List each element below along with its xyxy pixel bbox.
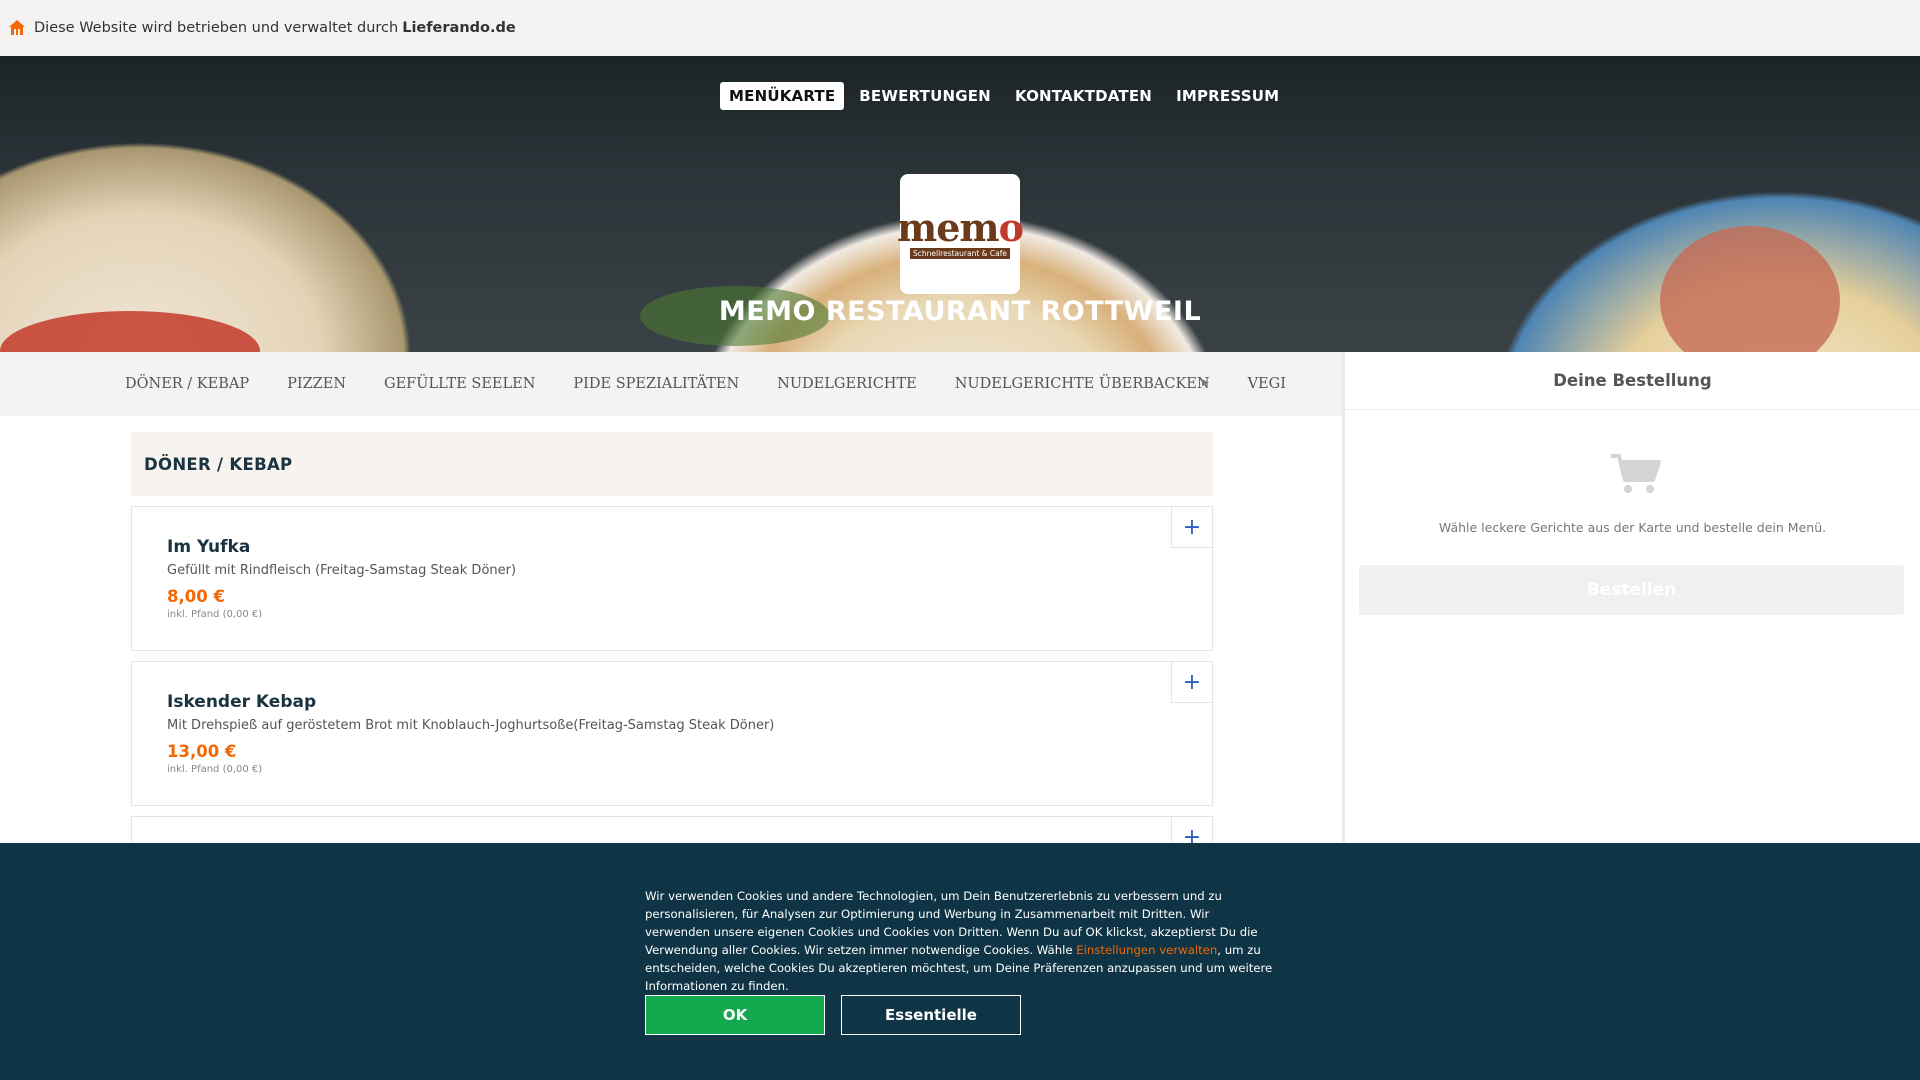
cookie-settings-link[interactable]: Einstellungen verwalten	[1076, 943, 1217, 957]
category-vegi[interactable]: VEGI	[1248, 376, 1286, 392]
nav-impressum[interactable]: IMPRESSUM	[1167, 82, 1288, 110]
restaurant-logo: memo Schnellrestaurant & Cafe	[897, 174, 1024, 294]
category-more-icon[interactable]: ▶	[1202, 378, 1209, 388]
product-price: 8,00 €	[167, 587, 225, 606]
add-to-cart-button[interactable]: +	[1171, 507, 1212, 548]
operator-brand-link[interactable]: Lieferando.de	[402, 20, 516, 36]
product-description: Mit Drehspieß auf geröstetem Brot mit Kn…	[167, 718, 775, 733]
basket-panel: Deine Bestellung Wähle leckere Gerichte …	[1342, 352, 1920, 842]
order-button[interactable]: Bestellen	[1359, 565, 1904, 615]
product-description: Gefüllt mit Rindfleisch (Freitag-Samstag…	[167, 563, 517, 578]
basket-title: Deine Bestellung	[1345, 352, 1920, 410]
category-bar: DÖNER / KEBAP PIZZEN GEFÜLLTE SEELEN PID…	[0, 352, 1342, 416]
nav-menukarte[interactable]: MENÜKARTE	[720, 82, 845, 110]
category-pide[interactable]: PIDE SPEZIALITÄTEN	[573, 376, 739, 392]
logo-wordmark: memo	[897, 204, 1024, 250]
nav-bewertungen[interactable]: BEWERTUNGEN	[850, 82, 1000, 110]
product-name: Im Yufka	[167, 537, 251, 557]
logo-subtitle: Schnellrestaurant & Cafe	[910, 247, 1010, 259]
basket-empty-hint: Wähle leckere Gerichte aus der Karte und…	[1438, 520, 1827, 535]
category-nudelgerichte[interactable]: NUDELGERICHTE	[777, 376, 917, 392]
cookie-essential-button[interactable]: Essentielle	[841, 995, 1021, 1035]
main-nav: MENÜKARTE BEWERTUNGEN KONTAKTDATEN IMPRE…	[720, 82, 1294, 110]
section-title: DÖNER / KEBAP	[131, 432, 1213, 496]
restaurant-name: MEMO RESTAURANT ROTTWEIL	[718, 296, 1202, 327]
product-deposit: inkl. Pfand (0,00 €)	[167, 764, 263, 775]
add-to-cart-button[interactable]: +	[1171, 662, 1212, 703]
product-card[interactable]: Iskender Kebap Mit Drehspieß auf geröste…	[131, 661, 1213, 806]
operator-bar: Diese Website wird betrieben und verwalt…	[0, 0, 1920, 56]
nav-kontaktdaten[interactable]: KONTAKTDATEN	[1006, 82, 1161, 110]
operator-text: Diese Website wird betrieben und verwalt…	[34, 20, 399, 36]
cart-icon	[1611, 454, 1661, 493]
home-icon	[9, 20, 25, 35]
cookie-text: Wir verwenden Cookies und andere Technol…	[645, 889, 1273, 993]
product-deposit: inkl. Pfand (0,00 €)	[167, 609, 263, 620]
product-price: 13,00 €	[167, 742, 237, 761]
category-nudel-ueberbacken[interactable]: NUDELGERICHTE ÜBERBACKEN	[955, 376, 1210, 392]
hero-decoration	[1660, 226, 1840, 352]
product-name: Iskender Kebap	[167, 692, 317, 712]
category-gefuellte-seelen[interactable]: GEFÜLLTE SEELEN	[384, 376, 535, 392]
product-card[interactable]: Im Yufka Gefüllt mit Rindfleisch (Freita…	[131, 506, 1213, 651]
category-pizzen[interactable]: PIZZEN	[287, 376, 346, 392]
cookie-ok-button[interactable]: OK	[645, 995, 825, 1035]
cookie-banner: Wir verwenden Cookies und andere Technol…	[0, 843, 1920, 1080]
category-doener-kebap[interactable]: DÖNER / KEBAP	[125, 376, 249, 392]
